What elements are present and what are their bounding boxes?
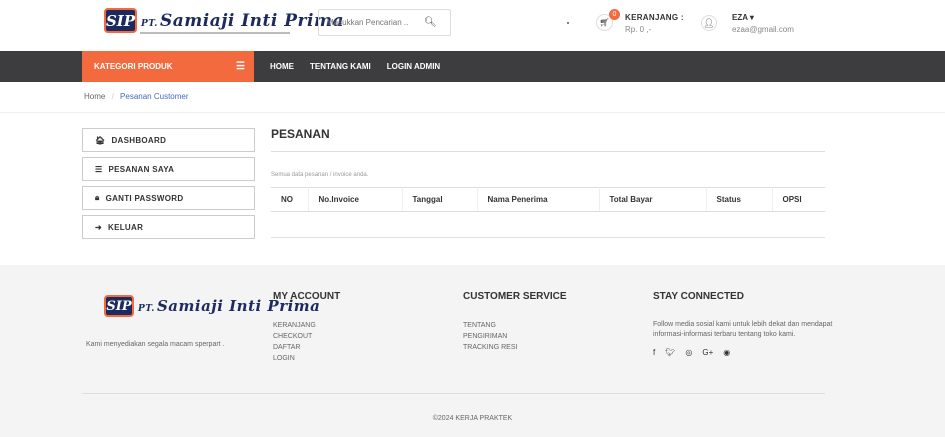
footer-service-column: CUSTOMER SERVICE TENTANG PENGIRIMAN TRAC… xyxy=(463,291,567,353)
breadcrumb-current: Pesanan Customer xyxy=(120,92,189,101)
footer-account-column: MY ACCOUNT KERANJANG CHECKOUT DAFTAR LOG… xyxy=(273,291,340,364)
search-icon[interactable]: 🔍︎ xyxy=(424,17,437,28)
sidebar-item-logout[interactable]: ➜ KELUAR xyxy=(82,215,255,239)
user-name: EZA ▾ xyxy=(732,13,754,22)
social-links: f 🐦︎ ◎ G+ ◉ xyxy=(653,348,833,357)
sidebar-item-change-password[interactable]: 🔒︎ GANTI PASSWORD xyxy=(82,186,255,210)
footer-logo-badge: SIP xyxy=(104,295,134,317)
table-bottom-rule xyxy=(271,237,825,238)
list-icon: ☰ xyxy=(95,164,103,174)
google-plus-icon[interactable]: G+ xyxy=(702,348,713,357)
logo-text: PT. Samiaji Inti Prima xyxy=(141,11,344,31)
column-header-no: NO xyxy=(271,187,309,212)
footer-connect-title: STAY CONNECTED xyxy=(653,291,744,302)
menu-icon: ☰ xyxy=(236,61,245,72)
divider-dot xyxy=(567,22,569,24)
search-box: 🔍︎ xyxy=(318,9,451,36)
sidebar-item-label: KELUAR xyxy=(108,222,144,232)
footer-connect-text: Follow media sosial kami untuk lebih dek… xyxy=(653,321,833,338)
footer-link-cart[interactable]: KERANJANG xyxy=(273,320,340,331)
column-header-total: Total Bayar xyxy=(599,187,707,212)
account-sidebar: 🏠︎ DASHBOARD ☰ PESANAN SAYA 🔒︎ GANTI PAS… xyxy=(82,128,255,244)
footer-description: Kami menyediakan segala macam sperpart . xyxy=(86,341,225,348)
cart-count-badge: 0 xyxy=(609,9,620,20)
logout-icon: ➜ xyxy=(95,222,103,232)
user-menu[interactable]: EZA ▾ ezaa@gmail.com xyxy=(732,12,794,36)
lock-icon: 🔒︎ xyxy=(95,193,100,202)
breadcrumb-separator: / xyxy=(111,92,114,101)
column-header-options: OPSI xyxy=(772,187,825,212)
sidebar-item-label: PESANAN SAYA xyxy=(108,164,175,174)
sidebar-item-label: GANTI PASSWORD xyxy=(105,193,184,203)
nav-home-link[interactable]: HOME xyxy=(270,62,294,71)
page-title: PESANAN xyxy=(271,127,825,152)
cart-label: KERANJANG : xyxy=(625,13,684,22)
nav-about-link[interactable]: TENTANG KAMI xyxy=(310,62,371,71)
pinterest-icon[interactable]: ◉ xyxy=(723,348,730,357)
category-label: KATEGORI PRODUK xyxy=(94,62,173,71)
site-footer: SIP PT. Samiaji Inti Prima Kami menyediak… xyxy=(0,265,945,437)
footer-link-tracking[interactable]: TRACKING RESI xyxy=(463,342,567,353)
footer-service-title: CUSTOMER SERVICE xyxy=(463,291,567,302)
footer-account-title: MY ACCOUNT xyxy=(273,291,341,302)
sidebar-item-orders[interactable]: ☰ PESANAN SAYA xyxy=(82,157,255,181)
footer-link-checkout[interactable]: CHECKOUT xyxy=(273,331,340,342)
cart-summary[interactable]: KERANJANG : Rp. 0 ,- xyxy=(625,12,684,36)
site-logo[interactable]: SIP PT. Samiaji Inti Prima xyxy=(104,8,344,33)
footer-link-shipping[interactable]: PENGIRIMAN xyxy=(463,331,567,342)
category-menu-button[interactable]: KATEGORI PRODUK ☰ xyxy=(82,51,254,82)
footer-link-about[interactable]: TENTANG xyxy=(463,320,567,331)
column-header-invoice: No.Invoice xyxy=(308,187,403,212)
logo-badge: SIP xyxy=(104,8,137,33)
footer-link-login[interactable]: LOGIN xyxy=(273,353,340,364)
cart-amount: Rp. 0 ,- xyxy=(625,25,652,34)
user-email: ezaa@gmail.com xyxy=(732,25,794,34)
logo-name: Samiaji Inti Prima xyxy=(159,10,344,31)
search-input[interactable] xyxy=(319,18,424,27)
main-navbar: KATEGORI PRODUK ☰ HOME TENTANG KAMI LOGI… xyxy=(0,51,945,82)
nav-admin-login-link[interactable]: LOGIN ADMIN xyxy=(387,62,440,71)
copyright-text: ©2024 KERJA PRAKTEK xyxy=(432,415,513,422)
footer-logo-prefix: PT. xyxy=(138,304,155,314)
top-header: SIP PT.Samiaji Inti Prima 🔍︎ 🛒︎ 0 KERANJ… xyxy=(0,0,945,51)
logo-tagline-bar xyxy=(140,32,290,34)
instagram-icon[interactable]: ◎ xyxy=(685,348,692,357)
breadcrumb: Home / Pesanan Customer xyxy=(0,82,945,113)
breadcrumb-home[interactable]: Home xyxy=(84,92,105,101)
column-header-date: Tanggal xyxy=(402,187,478,212)
nav-links: HOME TENTANG KAMI LOGIN ADMIN xyxy=(270,51,440,82)
sidebar-item-dashboard[interactable]: 🏠︎ DASHBOARD xyxy=(82,128,255,152)
footer-divider xyxy=(82,393,825,394)
facebook-icon[interactable]: f xyxy=(653,348,655,357)
column-header-status: Status xyxy=(706,187,773,212)
sidebar-item-label: DASHBOARD xyxy=(111,135,167,145)
home-icon: 🏠︎ xyxy=(95,135,106,145)
column-header-recipient: Nama Penerima xyxy=(477,187,600,212)
user-icon[interactable]: 👤︎ xyxy=(701,15,717,31)
footer-link-register[interactable]: DAFTAR xyxy=(273,342,340,353)
footer-connect-column: STAY CONNECTED Follow media sosial kami … xyxy=(653,291,833,357)
orders-panel: PESANAN Semua data pesanan / invoice and… xyxy=(271,127,825,238)
logo-prefix: PT. xyxy=(141,18,158,29)
table-header-row: NO No.Invoice Tanggal Nama Penerima Tota… xyxy=(271,187,825,212)
orders-table: NO No.Invoice Tanggal Nama Penerima Tota… xyxy=(271,187,825,212)
twitter-icon[interactable]: 🐦︎ xyxy=(665,348,675,357)
orders-note: Semua data pesanan / invoice anda. xyxy=(271,172,369,178)
